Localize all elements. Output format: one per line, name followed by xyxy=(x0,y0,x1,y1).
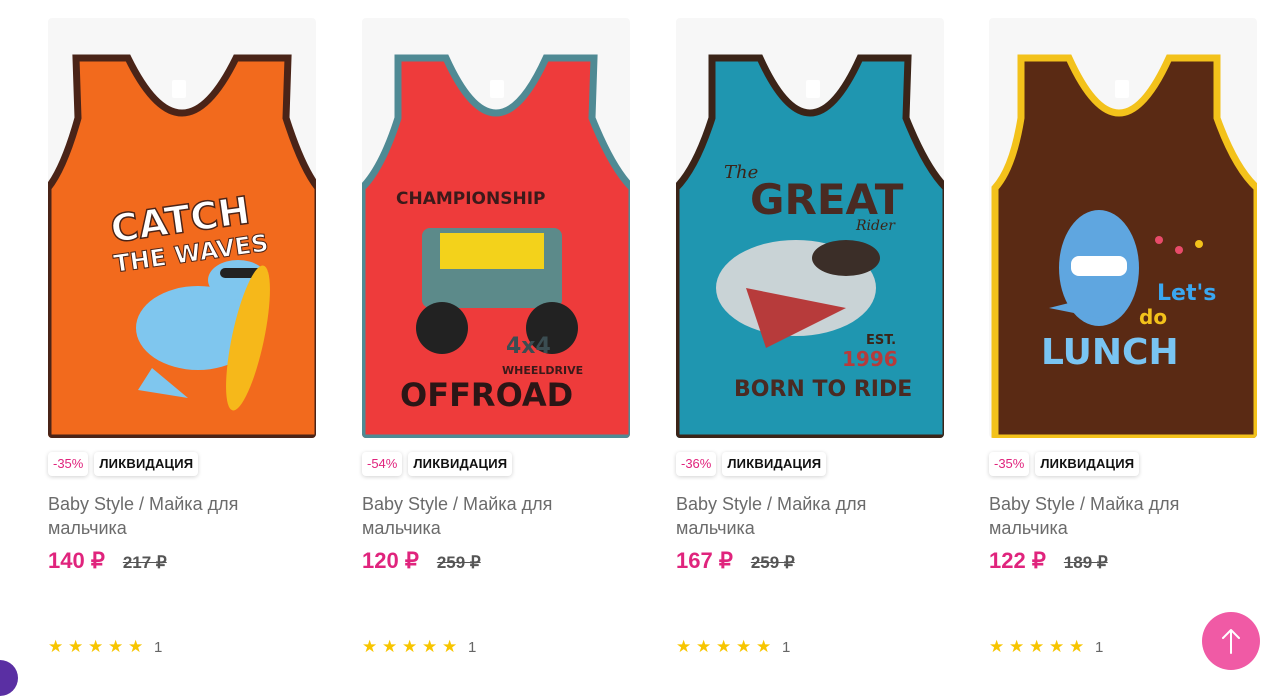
product-title[interactable]: Baby Style / Майка для мальчика xyxy=(989,492,1257,540)
discount-badge: -36% xyxy=(676,452,717,476)
rating[interactable]: ★ ★ ★ ★ ★ 1 xyxy=(989,637,1103,657)
scroll-to-top-button[interactable] xyxy=(1202,612,1260,670)
star-icon: ★ xyxy=(48,637,64,656)
svg-text:1996: 1996 xyxy=(842,347,898,371)
price-block: 122 ₽ 189 ₽ xyxy=(989,548,1108,574)
svg-text:do: do xyxy=(1139,305,1167,329)
star-icon: ★ xyxy=(68,637,84,656)
star-icon: ★ xyxy=(128,637,144,656)
svg-text:BORN TO RIDE: BORN TO RIDE xyxy=(734,377,912,402)
old-price: 217 ₽ xyxy=(122,553,167,572)
product-title[interactable]: Baby Style / Майка для мальчика xyxy=(48,492,316,540)
badge-group: -54% ЛИКВИДАЦИЯ xyxy=(362,452,513,476)
teal-tank-top-shark-image[interactable]: The GREAT Rider EST. 1996 BORN TO RIDE xyxy=(676,18,944,438)
svg-text:OFFROAD: OFFROAD xyxy=(400,376,573,414)
svg-text:GREAT: GREAT xyxy=(750,175,904,224)
brown-tank-top-shark-lunch-image[interactable]: Let's do LUNCH xyxy=(989,18,1257,438)
rating[interactable]: ★ ★ ★ ★ ★ 1 xyxy=(362,637,476,657)
product-card[interactable]: CHAMPIONSHIP 4x4 WHEELDRIVE OFFROAD -54%… xyxy=(362,18,630,673)
star-icon: ★ xyxy=(442,637,458,656)
star-icon: ★ xyxy=(716,637,732,656)
svg-text:4x4: 4x4 xyxy=(506,334,551,359)
badge-group: -36% ЛИКВИДАЦИЯ xyxy=(676,452,827,476)
clearance-badge: ЛИКВИДАЦИЯ xyxy=(1035,452,1140,476)
product-grid: CATCH THE WAVES -35% ЛИКВИДАЦИЯ Baby Sty… xyxy=(48,18,1280,673)
clearance-badge: ЛИКВИДАЦИЯ xyxy=(408,452,513,476)
star-icon: ★ xyxy=(422,637,438,656)
star-icon: ★ xyxy=(736,637,752,656)
svg-text:Let's: Let's xyxy=(1157,281,1216,306)
rating[interactable]: ★ ★ ★ ★ ★ 1 xyxy=(676,637,790,657)
price-block: 167 ₽ 259 ₽ xyxy=(676,548,795,574)
svg-text:EST.: EST. xyxy=(866,333,896,348)
star-icon: ★ xyxy=(108,637,124,656)
star-icon: ★ xyxy=(1069,637,1085,656)
star-icon: ★ xyxy=(989,637,1005,656)
star-icon: ★ xyxy=(1049,637,1065,656)
product-card[interactable]: The GREAT Rider EST. 1996 BORN TO RIDE -… xyxy=(676,18,944,673)
star-icon: ★ xyxy=(382,637,398,656)
star-icon: ★ xyxy=(696,637,712,656)
clearance-badge: ЛИКВИДАЦИЯ xyxy=(722,452,827,476)
current-price: 167 ₽ xyxy=(676,548,733,573)
current-price: 120 ₽ xyxy=(362,548,419,573)
old-price: 259 ₽ xyxy=(750,553,795,572)
current-price: 140 ₽ xyxy=(48,548,105,573)
svg-text:Rider: Rider xyxy=(855,218,896,234)
old-price: 189 ₽ xyxy=(1063,553,1108,572)
star-icon: ★ xyxy=(676,637,692,656)
rating-count: 1 xyxy=(1095,638,1104,656)
badge-group: -35% ЛИКВИДАЦИЯ xyxy=(989,452,1140,476)
svg-text:CHAMPIONSHIP: CHAMPIONSHIP xyxy=(396,189,546,209)
star-icon: ★ xyxy=(1029,637,1045,656)
rating-count: 1 xyxy=(154,638,163,656)
discount-badge: -35% xyxy=(48,452,89,476)
old-price: 259 ₽ xyxy=(436,553,481,572)
star-icon: ★ xyxy=(402,637,418,656)
product-title[interactable]: Baby Style / Майка для мальчика xyxy=(676,492,944,540)
arrow-up-icon xyxy=(1222,629,1240,654)
red-tank-top-offroad-image[interactable]: CHAMPIONSHIP 4x4 WHEELDRIVE OFFROAD xyxy=(362,18,630,438)
star-icon: ★ xyxy=(88,637,104,656)
orange-tank-top-dino-image[interactable]: CATCH THE WAVES xyxy=(48,18,316,438)
rating-count: 1 xyxy=(782,638,791,656)
chat-widget-button[interactable] xyxy=(0,660,18,696)
price-block: 140 ₽ 217 ₽ xyxy=(48,548,167,574)
star-icon: ★ xyxy=(756,637,772,656)
star-icon: ★ xyxy=(1009,637,1025,656)
current-price: 122 ₽ xyxy=(989,548,1046,573)
price-block: 120 ₽ 259 ₽ xyxy=(362,548,481,574)
product-card[interactable]: CATCH THE WAVES -35% ЛИКВИДАЦИЯ Baby Sty… xyxy=(48,18,316,673)
badge-group: -35% ЛИКВИДАЦИЯ xyxy=(48,452,199,476)
rating-count: 1 xyxy=(468,638,477,656)
clearance-badge: ЛИКВИДАЦИЯ xyxy=(94,452,199,476)
discount-badge: -54% xyxy=(362,452,403,476)
star-icon: ★ xyxy=(362,637,378,656)
discount-badge: -35% xyxy=(989,452,1030,476)
product-title[interactable]: Baby Style / Майка для мальчика xyxy=(362,492,630,540)
svg-text:LUNCH: LUNCH xyxy=(1041,332,1179,373)
product-card[interactable]: Let's do LUNCH -35% ЛИКВИДАЦИЯ Baby Styl… xyxy=(989,18,1257,673)
rating[interactable]: ★ ★ ★ ★ ★ 1 xyxy=(48,637,162,657)
